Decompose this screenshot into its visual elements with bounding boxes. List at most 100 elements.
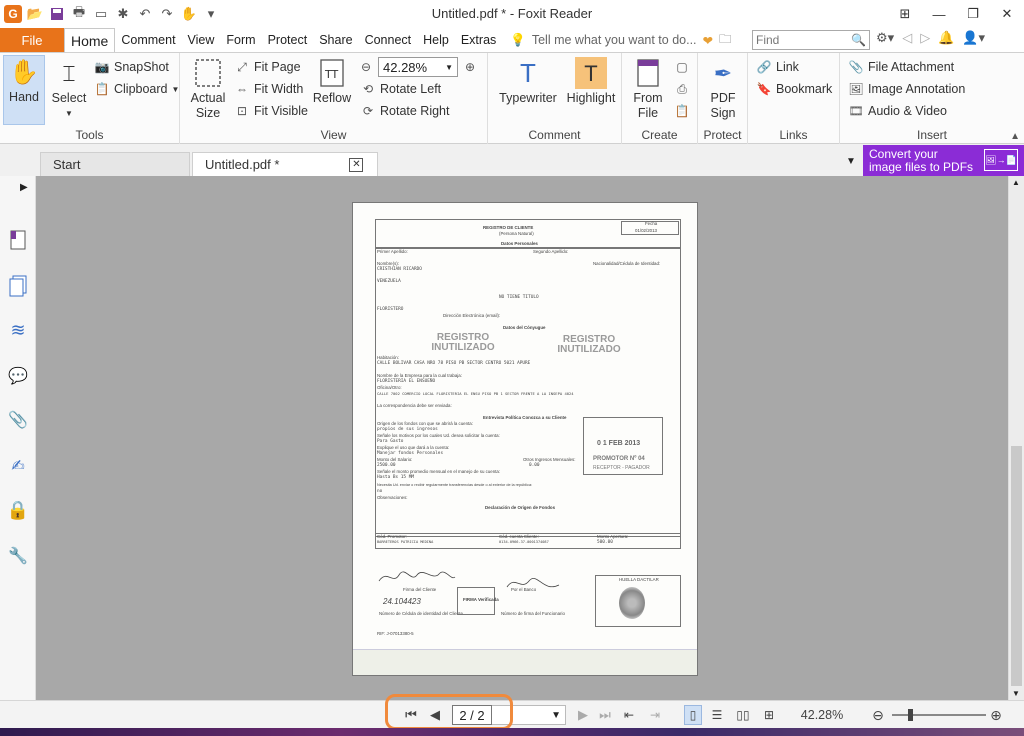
tab-protect[interactable]: Protect (262, 28, 314, 52)
actual-size-button[interactable]: Actual Size (186, 57, 230, 121)
reflow-button[interactable]: TT Reflow (312, 57, 352, 106)
wizard-panel-icon[interactable]: 🔧 (6, 544, 30, 568)
bell-icon[interactable]: 🔔 (938, 30, 954, 46)
next-view-button[interactable]: ⇥ (646, 705, 664, 725)
ocupacion-value: FLORISTERO (377, 307, 404, 312)
find-input[interactable]: Find 🔍 (752, 30, 870, 50)
chevron-down-icon: ▼ (551, 709, 561, 721)
section-datos-personales: Datos Personales (501, 241, 538, 246)
user-icon[interactable]: 👤▾ (962, 30, 985, 46)
collapse-ribbon-icon[interactable]: ▲ (1010, 131, 1020, 142)
ribbon-display-icon[interactable]: ⊞ (888, 0, 922, 28)
bookmark-label: Bookmark (776, 82, 833, 96)
zoom-in-status-icon[interactable]: ⊕ (988, 705, 1004, 725)
zoom-level-display[interactable]: 42.28% (792, 705, 852, 725)
create-scan-button[interactable]: ⎙ (674, 81, 690, 97)
bookmarks-panel-icon[interactable] (6, 228, 30, 252)
zoom-out-button[interactable]: ⊖ (358, 59, 374, 75)
pdf-sign-button[interactable]: ✒ PDF Sign (702, 57, 744, 121)
previous-view-button[interactable]: ⇤ (620, 705, 638, 725)
file-attachment-button[interactable]: 📎 File Attachment (848, 59, 955, 75)
comments-panel-icon[interactable]: 💬 (6, 364, 30, 388)
tab-comment[interactable]: Comment (115, 28, 181, 52)
search-icon[interactable]: 🔍 (851, 33, 866, 47)
attachments-panel-icon[interactable]: 📎 (6, 408, 30, 432)
hand-quick-icon[interactable]: ✋ (180, 5, 198, 23)
hand-button[interactable]: ✋ Hand (3, 55, 45, 125)
signature-panel-icon[interactable]: ✍ (6, 454, 30, 478)
fecha-value: 01/02/2013 (635, 228, 657, 233)
pdf-page[interactable]: REGISTRO DE CLIENTE (Persona Natural) Fe… (352, 202, 698, 676)
zoom-slider-handle[interactable] (908, 709, 913, 721)
convert-promo-banner[interactable]: Convert your image files to PDFs 🖼→📄 (863, 145, 1024, 176)
clipboard-button[interactable]: 📋 Clipboard ▼ (94, 81, 180, 97)
bookmark-button[interactable]: 🔖 Bookmark (756, 81, 833, 97)
image-annotation-button[interactable]: 🖼 Image Annotation (848, 81, 965, 97)
expand-panel-icon[interactable]: ▶ (20, 182, 28, 193)
file-tab[interactable]: File (0, 28, 64, 52)
search-folder-icon[interactable]: 🗀 (719, 30, 732, 51)
layers-panel-icon[interactable]: ≋ (6, 318, 30, 342)
tab-form[interactable]: Form (220, 28, 261, 52)
create-blank-button[interactable]: ▢ (674, 59, 690, 75)
close-tab-icon[interactable]: ✕ (349, 157, 364, 172)
select-button[interactable]: ⌶ Select ▼ (48, 57, 90, 121)
tab-list-dropdown-icon[interactable]: ▼ (846, 156, 856, 167)
rotate-right-button[interactable]: ⟳ Rotate Right (360, 103, 450, 119)
tab-home[interactable]: Home (64, 28, 116, 52)
pages-panel-icon[interactable] (6, 274, 30, 298)
typewriter-button[interactable]: T Typewriter (496, 57, 560, 106)
zoom-slider[interactable] (892, 709, 986, 721)
scroll-down-icon[interactable]: ▼ (1012, 689, 1020, 698)
create-clipboard-button[interactable]: 📋 (674, 103, 690, 119)
open-folder-icon[interactable]: 📂 (26, 5, 44, 23)
continuous-view-icon[interactable]: ☰ (708, 705, 726, 725)
fit-page-button[interactable]: ⤢ Fit Page (234, 59, 300, 75)
scroll-up-icon[interactable]: ▲ (1012, 178, 1020, 187)
scrollbar-thumb[interactable] (1011, 446, 1022, 686)
single-page-view-icon[interactable]: ▯ (684, 705, 702, 725)
zoom-out-status-icon[interactable]: ⊖ (870, 705, 886, 725)
restore-button[interactable]: ❐ (956, 0, 990, 28)
tab-view[interactable]: View (182, 28, 221, 52)
tell-me-box[interactable]: 💡 Tell me what you want to do... ❤ 🗀 (510, 28, 731, 52)
save-icon[interactable] (48, 5, 66, 23)
tab-help[interactable]: Help (417, 28, 455, 52)
fit-width-button[interactable]: ⇔ Fit Width (234, 81, 303, 97)
next-page-button[interactable]: ▶ (574, 705, 592, 725)
zoom-in-button[interactable]: ⊕ (462, 59, 478, 75)
heart-icon[interactable]: ❤ (703, 33, 713, 48)
prev-result-icon[interactable]: ◁ (902, 30, 912, 46)
facing-view-icon[interactable]: ▯▯ (734, 705, 752, 725)
rotate-left-button[interactable]: ⟲ Rotate Left (360, 81, 441, 97)
next-result-icon[interactable]: ▷ (920, 30, 930, 46)
tab-extras[interactable]: Extras (455, 28, 502, 52)
last-page-button[interactable]: ⏭ (596, 705, 614, 725)
oficina-label: Oficina/Otro: (377, 385, 402, 390)
tab-connect[interactable]: Connect (359, 28, 418, 52)
customize-dropdown-icon[interactable]: ▾ (202, 5, 220, 23)
close-button[interactable]: ✕ (990, 0, 1024, 28)
link-button[interactable]: 🔗 Link (756, 59, 799, 75)
continuous-facing-view-icon[interactable]: ⊞ (760, 705, 778, 725)
document-workspace[interactable]: REGISTRO DE CLIENTE (Persona Natural) Fe… (36, 176, 1008, 700)
snapshot-button[interactable]: 📷 SnapShot (94, 59, 169, 75)
minimize-button[interactable]: — (922, 0, 956, 28)
tab-share[interactable]: Share (313, 28, 358, 52)
tab-start[interactable]: Start (40, 152, 190, 176)
undo-icon[interactable]: ↶ (136, 5, 154, 23)
fit-visible-button[interactable]: ⊡ Fit Visible (234, 103, 308, 119)
zoom-select[interactable]: 42.28% ▼ (378, 57, 458, 77)
segundo-apellido-label: Segundo Apellido: (533, 249, 569, 254)
print-icon[interactable]: 🖶 (70, 4, 88, 23)
highlight-button[interactable]: T Highlight (564, 57, 618, 106)
from-file-button[interactable]: From File (628, 57, 668, 121)
security-lock-icon[interactable]: 🔒 (6, 498, 30, 522)
properties-icon[interactable]: ▭ (92, 5, 110, 23)
audio-video-button[interactable]: 🎞 Audio & Video (848, 103, 947, 119)
redo-icon[interactable]: ↷ (158, 5, 176, 23)
gear-icon[interactable]: ⚙▾ (876, 30, 894, 46)
new-icon[interactable]: ✱ (114, 5, 132, 23)
tab-untitled-pdf[interactable]: Untitled.pdf * ✕ (192, 152, 378, 176)
vertical-scrollbar[interactable]: ▲ ▼ (1008, 176, 1024, 700)
